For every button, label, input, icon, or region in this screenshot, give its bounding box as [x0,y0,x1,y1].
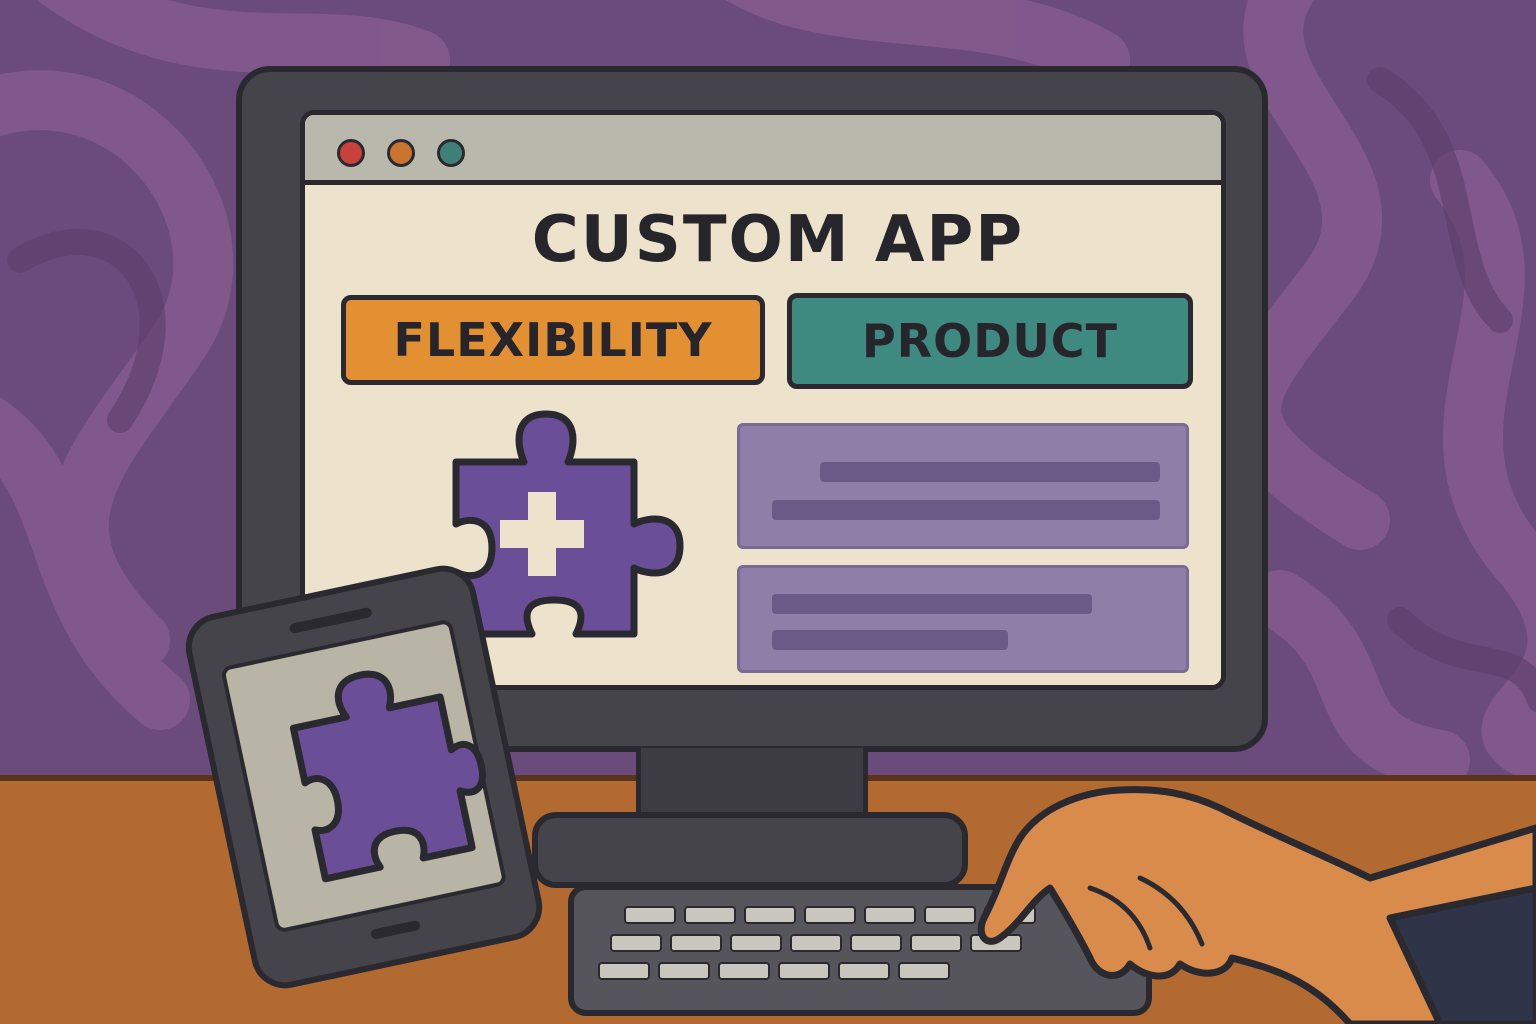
phone-home-button [369,919,421,940]
keyboard-key[interactable] [910,934,962,952]
text-placeholder-line [820,462,1160,482]
flexibility-button[interactable]: FLEXIBILITY [341,295,765,385]
keyboard-key[interactable] [744,906,796,924]
keyboard-key[interactable] [790,934,842,952]
keyboard-key[interactable] [804,906,856,924]
hand [977,786,1536,1024]
keyboard-key[interactable] [924,906,976,924]
content-card[interactable] [737,423,1189,549]
keyboard-key[interactable] [598,962,650,980]
keyboard-key[interactable] [730,934,782,952]
maximize-dot[interactable] [437,139,465,167]
keyboard-key[interactable] [670,934,722,952]
keyboard-key[interactable] [624,906,676,924]
window-titlebar [305,115,1221,185]
text-placeholder-line [772,594,1092,614]
keyboard-key[interactable] [838,962,890,980]
scene: CUSTOM APP FLEXIBILITY PRODUCT [0,0,1536,1024]
keyboard-key[interactable] [610,934,662,952]
content-card[interactable] [737,565,1189,673]
keyboard-key[interactable] [718,962,770,980]
keyboard-key[interactable] [658,962,710,980]
text-placeholder-line [772,500,1160,520]
keyboard-key[interactable] [898,962,950,980]
phone-speaker [288,606,373,635]
keyboard-key[interactable] [850,934,902,952]
close-dot[interactable] [337,139,365,167]
keyboard-key[interactable] [778,962,830,980]
product-button[interactable]: PRODUCT [787,293,1193,389]
text-placeholder-line [772,630,1008,650]
minimize-dot[interactable] [387,139,415,167]
keyboard-key[interactable] [864,906,916,924]
keyboard-key[interactable] [684,906,736,924]
app-title: CUSTOM APP [531,203,1025,277]
monitor-stand-base [532,812,968,888]
